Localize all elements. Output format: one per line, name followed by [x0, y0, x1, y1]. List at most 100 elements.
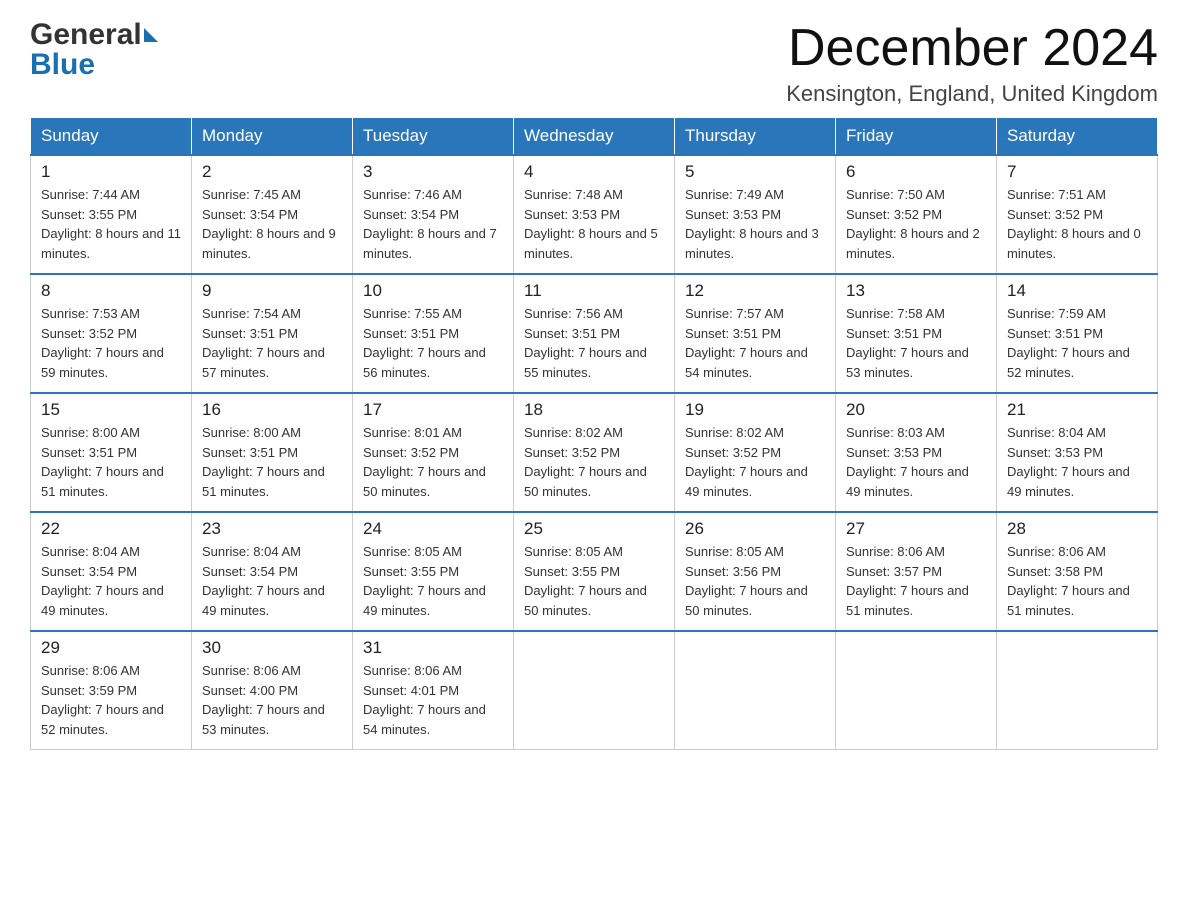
day-number: 28 — [1007, 519, 1147, 539]
title-block: December 2024 Kensington, England, Unite… — [786, 20, 1158, 107]
day-info: Sunrise: 7:53 AMSunset: 3:52 PMDaylight:… — [41, 306, 164, 380]
calendar-cell: 29 Sunrise: 8:06 AMSunset: 3:59 PMDaylig… — [31, 631, 192, 750]
day-info: Sunrise: 8:05 AMSunset: 3:55 PMDaylight:… — [524, 544, 647, 618]
day-info: Sunrise: 8:04 AMSunset: 3:54 PMDaylight:… — [41, 544, 164, 618]
calendar-cell: 27 Sunrise: 8:06 AMSunset: 3:57 PMDaylig… — [836, 512, 997, 631]
day-number: 22 — [41, 519, 181, 539]
calendar-cell: 22 Sunrise: 8:04 AMSunset: 3:54 PMDaylig… — [31, 512, 192, 631]
day-info: Sunrise: 7:56 AMSunset: 3:51 PMDaylight:… — [524, 306, 647, 380]
day-number: 29 — [41, 638, 181, 658]
day-info: Sunrise: 8:02 AMSunset: 3:52 PMDaylight:… — [685, 425, 808, 499]
calendar-cell: 23 Sunrise: 8:04 AMSunset: 3:54 PMDaylig… — [192, 512, 353, 631]
calendar-cell — [675, 631, 836, 750]
weekday-header-wednesday: Wednesday — [514, 118, 675, 156]
day-number: 30 — [202, 638, 342, 658]
calendar-week-row: 1 Sunrise: 7:44 AMSunset: 3:55 PMDayligh… — [31, 155, 1158, 274]
calendar-cell — [997, 631, 1158, 750]
logo: General Blue — [30, 20, 158, 80]
calendar-cell: 11 Sunrise: 7:56 AMSunset: 3:51 PMDaylig… — [514, 274, 675, 393]
day-info: Sunrise: 8:04 AMSunset: 3:53 PMDaylight:… — [1007, 425, 1130, 499]
calendar-cell: 16 Sunrise: 8:00 AMSunset: 3:51 PMDaylig… — [192, 393, 353, 512]
day-info: Sunrise: 8:05 AMSunset: 3:55 PMDaylight:… — [363, 544, 486, 618]
day-number: 5 — [685, 162, 825, 182]
day-info: Sunrise: 8:04 AMSunset: 3:54 PMDaylight:… — [202, 544, 325, 618]
weekday-header-friday: Friday — [836, 118, 997, 156]
day-number: 13 — [846, 281, 986, 301]
day-info: Sunrise: 7:46 AMSunset: 3:54 PMDaylight:… — [363, 187, 497, 261]
day-number: 12 — [685, 281, 825, 301]
calendar-cell: 8 Sunrise: 7:53 AMSunset: 3:52 PMDayligh… — [31, 274, 192, 393]
calendar-cell: 28 Sunrise: 8:06 AMSunset: 3:58 PMDaylig… — [997, 512, 1158, 631]
day-info: Sunrise: 8:01 AMSunset: 3:52 PMDaylight:… — [363, 425, 486, 499]
day-number: 21 — [1007, 400, 1147, 420]
day-info: Sunrise: 8:06 AMSunset: 3:57 PMDaylight:… — [846, 544, 969, 618]
calendar-cell: 5 Sunrise: 7:49 AMSunset: 3:53 PMDayligh… — [675, 155, 836, 274]
calendar-week-row: 29 Sunrise: 8:06 AMSunset: 3:59 PMDaylig… — [31, 631, 1158, 750]
day-info: Sunrise: 7:44 AMSunset: 3:55 PMDaylight:… — [41, 187, 181, 261]
day-info: Sunrise: 8:00 AMSunset: 3:51 PMDaylight:… — [41, 425, 164, 499]
month-title: December 2024 — [786, 20, 1158, 77]
day-info: Sunrise: 7:57 AMSunset: 3:51 PMDaylight:… — [685, 306, 808, 380]
calendar-cell: 25 Sunrise: 8:05 AMSunset: 3:55 PMDaylig… — [514, 512, 675, 631]
location-title: Kensington, England, United Kingdom — [786, 81, 1158, 107]
calendar-cell: 12 Sunrise: 7:57 AMSunset: 3:51 PMDaylig… — [675, 274, 836, 393]
day-number: 1 — [41, 162, 181, 182]
calendar-cell: 19 Sunrise: 8:02 AMSunset: 3:52 PMDaylig… — [675, 393, 836, 512]
calendar-cell: 30 Sunrise: 8:06 AMSunset: 4:00 PMDaylig… — [192, 631, 353, 750]
day-number: 3 — [363, 162, 503, 182]
day-info: Sunrise: 7:48 AMSunset: 3:53 PMDaylight:… — [524, 187, 658, 261]
calendar-cell: 17 Sunrise: 8:01 AMSunset: 3:52 PMDaylig… — [353, 393, 514, 512]
calendar-cell: 21 Sunrise: 8:04 AMSunset: 3:53 PMDaylig… — [997, 393, 1158, 512]
calendar-cell: 31 Sunrise: 8:06 AMSunset: 4:01 PMDaylig… — [353, 631, 514, 750]
logo-arrow-icon — [144, 28, 158, 42]
day-number: 24 — [363, 519, 503, 539]
day-number: 26 — [685, 519, 825, 539]
weekday-header-monday: Monday — [192, 118, 353, 156]
day-number: 10 — [363, 281, 503, 301]
day-number: 25 — [524, 519, 664, 539]
day-info: Sunrise: 8:02 AMSunset: 3:52 PMDaylight:… — [524, 425, 647, 499]
day-number: 11 — [524, 281, 664, 301]
day-info: Sunrise: 7:58 AMSunset: 3:51 PMDaylight:… — [846, 306, 969, 380]
day-number: 2 — [202, 162, 342, 182]
day-info: Sunrise: 7:55 AMSunset: 3:51 PMDaylight:… — [363, 306, 486, 380]
calendar-week-row: 15 Sunrise: 8:00 AMSunset: 3:51 PMDaylig… — [31, 393, 1158, 512]
day-number: 6 — [846, 162, 986, 182]
calendar-cell — [514, 631, 675, 750]
weekday-header-saturday: Saturday — [997, 118, 1158, 156]
day-number: 17 — [363, 400, 503, 420]
calendar-cell: 10 Sunrise: 7:55 AMSunset: 3:51 PMDaylig… — [353, 274, 514, 393]
day-number: 15 — [41, 400, 181, 420]
day-info: Sunrise: 7:51 AMSunset: 3:52 PMDaylight:… — [1007, 187, 1141, 261]
day-number: 23 — [202, 519, 342, 539]
calendar-cell: 4 Sunrise: 7:48 AMSunset: 3:53 PMDayligh… — [514, 155, 675, 274]
weekday-header-tuesday: Tuesday — [353, 118, 514, 156]
day-info: Sunrise: 8:06 AMSunset: 3:58 PMDaylight:… — [1007, 544, 1130, 618]
calendar-cell: 6 Sunrise: 7:50 AMSunset: 3:52 PMDayligh… — [836, 155, 997, 274]
day-number: 7 — [1007, 162, 1147, 182]
day-info: Sunrise: 8:06 AMSunset: 4:01 PMDaylight:… — [363, 663, 486, 737]
day-info: Sunrise: 8:03 AMSunset: 3:53 PMDaylight:… — [846, 425, 969, 499]
day-number: 27 — [846, 519, 986, 539]
calendar-cell: 20 Sunrise: 8:03 AMSunset: 3:53 PMDaylig… — [836, 393, 997, 512]
weekday-header-thursday: Thursday — [675, 118, 836, 156]
day-number: 4 — [524, 162, 664, 182]
day-info: Sunrise: 8:05 AMSunset: 3:56 PMDaylight:… — [685, 544, 808, 618]
day-number: 8 — [41, 281, 181, 301]
day-info: Sunrise: 8:06 AMSunset: 3:59 PMDaylight:… — [41, 663, 164, 737]
calendar-cell: 9 Sunrise: 7:54 AMSunset: 3:51 PMDayligh… — [192, 274, 353, 393]
day-number: 31 — [363, 638, 503, 658]
calendar-table: SundayMondayTuesdayWednesdayThursdayFrid… — [30, 117, 1158, 750]
logo-blue-text: Blue — [30, 50, 95, 80]
day-info: Sunrise: 7:49 AMSunset: 3:53 PMDaylight:… — [685, 187, 819, 261]
calendar-cell: 26 Sunrise: 8:05 AMSunset: 3:56 PMDaylig… — [675, 512, 836, 631]
calendar-cell: 24 Sunrise: 8:05 AMSunset: 3:55 PMDaylig… — [353, 512, 514, 631]
calendar-cell: 1 Sunrise: 7:44 AMSunset: 3:55 PMDayligh… — [31, 155, 192, 274]
day-info: Sunrise: 8:06 AMSunset: 4:00 PMDaylight:… — [202, 663, 325, 737]
day-info: Sunrise: 7:59 AMSunset: 3:51 PMDaylight:… — [1007, 306, 1130, 380]
calendar-cell: 15 Sunrise: 8:00 AMSunset: 3:51 PMDaylig… — [31, 393, 192, 512]
day-info: Sunrise: 7:50 AMSunset: 3:52 PMDaylight:… — [846, 187, 980, 261]
calendar-cell: 18 Sunrise: 8:02 AMSunset: 3:52 PMDaylig… — [514, 393, 675, 512]
calendar-week-row: 8 Sunrise: 7:53 AMSunset: 3:52 PMDayligh… — [31, 274, 1158, 393]
calendar-cell — [836, 631, 997, 750]
